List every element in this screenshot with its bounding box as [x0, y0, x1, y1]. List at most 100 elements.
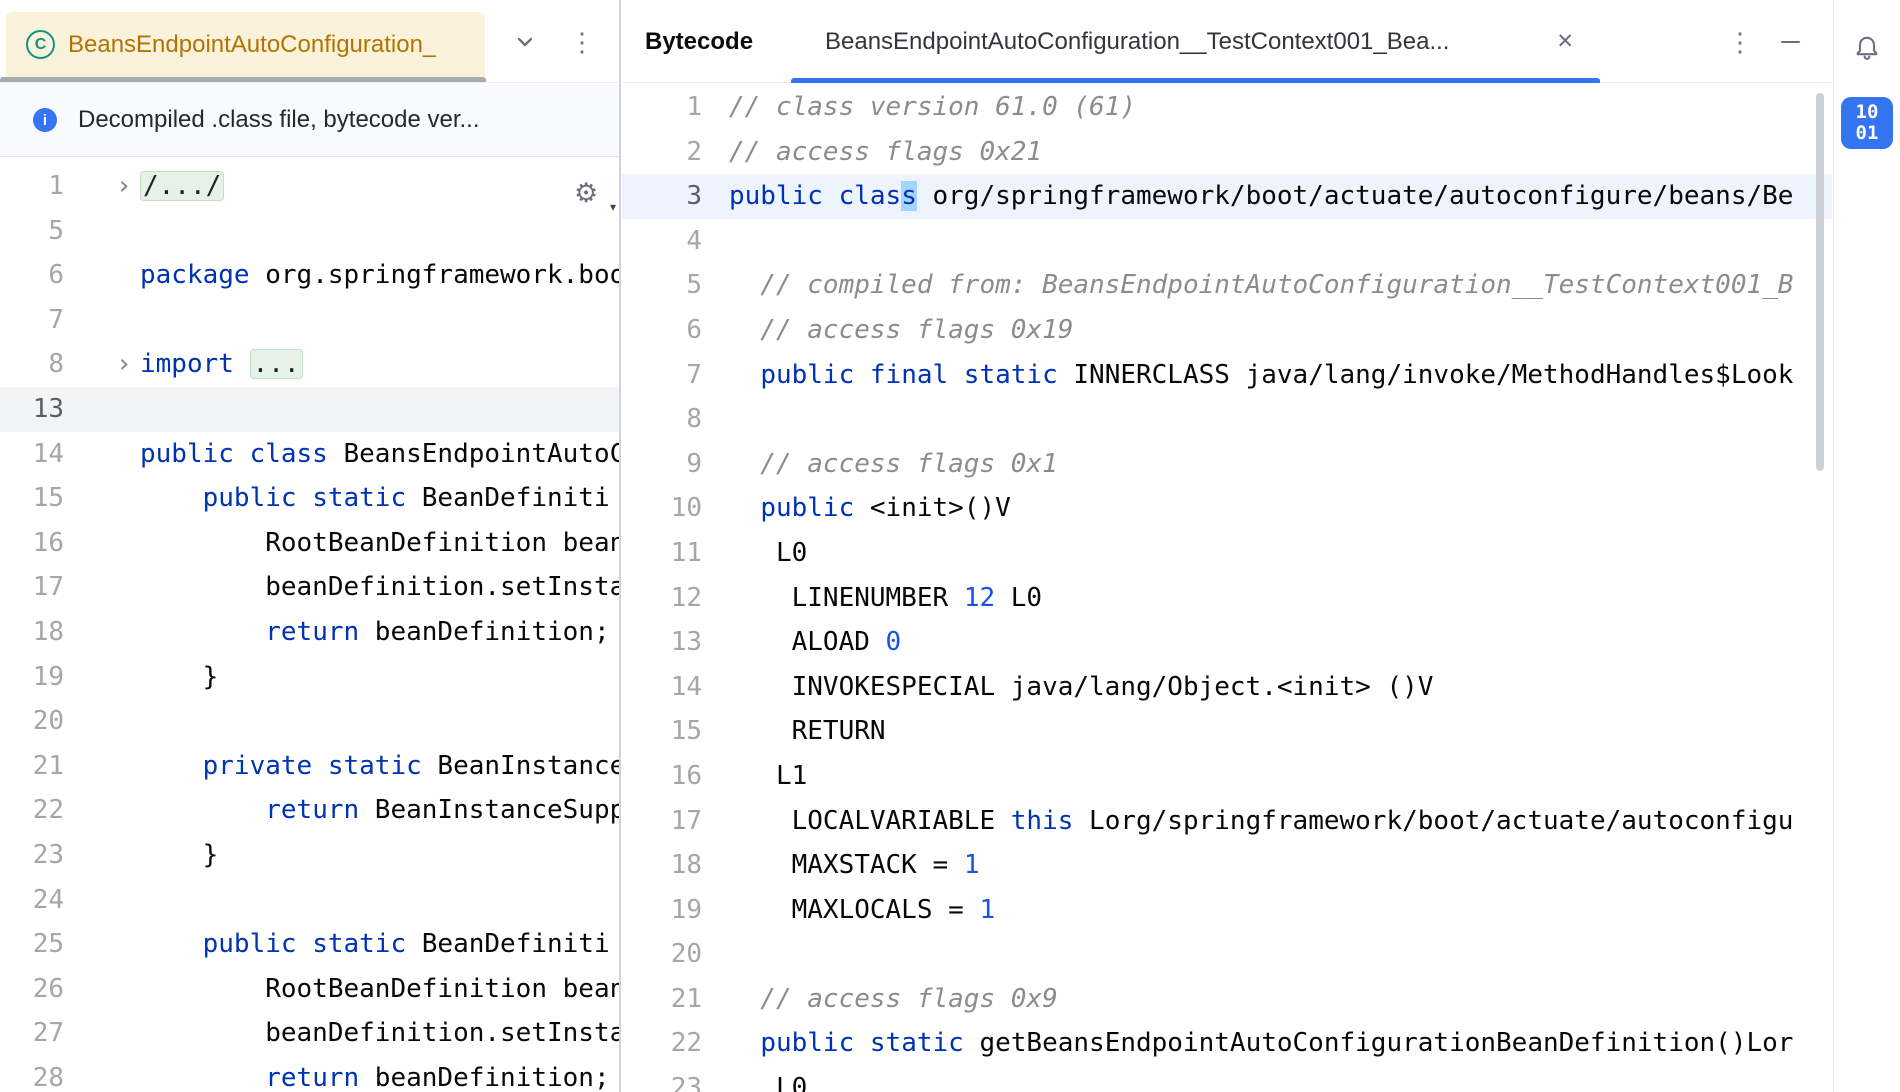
code-line[interactable]: 4	[622, 219, 1832, 264]
code-token	[140, 1063, 265, 1092]
editor-settings-button[interactable]: ⚙ ▾	[574, 178, 616, 212]
code-text: return BeanInstanceSupp	[140, 788, 619, 833]
code-line[interactable]: 24	[0, 878, 619, 923]
code-line[interactable]: 12 LINENUMBER 12 L0	[622, 576, 1832, 621]
line-number: 15	[0, 476, 64, 521]
code-line[interactable]: 14 INVOKESPECIAL java/lang/Object.<init>…	[622, 665, 1832, 710]
tab-more-options-button[interactable]: ⋮	[564, 24, 600, 60]
code-text: }	[140, 833, 218, 878]
tab-bytecode-class[interactable]: BeansEndpointAutoConfiguration__TestCont…	[791, 0, 1600, 83]
code-token: MAXSTACK =	[729, 850, 964, 880]
code-line[interactable]: 11 L0	[622, 531, 1832, 576]
fold-column	[64, 521, 140, 566]
code-line[interactable]: 27 beanDefinition.setInsta	[0, 1011, 619, 1056]
code-line[interactable]: 20	[622, 932, 1832, 977]
code-token: getBeansEndpointAutoConfigurationBeanDef…	[964, 1028, 1794, 1058]
fold-chevron-icon[interactable]: ›	[64, 164, 140, 209]
tab-title: BeansEndpointAutoConfiguration__TestCont…	[825, 28, 1542, 56]
code-line[interactable]: 18 return beanDefinition;	[0, 610, 619, 655]
line-number: 21	[0, 744, 64, 789]
code-token: }	[140, 840, 218, 870]
code-line[interactable]: 14public class BeansEndpointAutoC	[0, 432, 619, 477]
code-token: public final static	[760, 360, 1057, 390]
code-line[interactable]: 13	[0, 387, 619, 432]
code-line[interactable]: 8	[622, 397, 1832, 442]
fold-chevron-icon[interactable]: ›	[64, 342, 140, 387]
code-line[interactable]: 6package org.springframework.boo	[0, 253, 619, 298]
code-line[interactable]: 15 RETURN	[622, 709, 1832, 754]
code-line[interactable]: 19 MAXLOCALS = 1	[622, 888, 1832, 933]
code-line[interactable]: 17 LOCALVARIABLE this Lorg/springframewo…	[622, 799, 1832, 844]
code-token: INNERCLASS java/lang/invoke/MethodHandle…	[1058, 360, 1794, 390]
code-token: public static	[203, 929, 407, 959]
code-token: BeansEndpointAutoC	[328, 439, 619, 469]
code-line[interactable]: 23 }	[0, 833, 619, 878]
code-token: public static	[760, 1028, 964, 1058]
code-line[interactable]: 2// access flags 0x21	[622, 130, 1832, 175]
code-text: public class org/springframework/boot/ac…	[702, 174, 1793, 219]
tab-beans-endpoint-auto-configuration[interactable]: C BeansEndpointAutoConfiguration_	[6, 12, 485, 77]
code-line[interactable]: 10 public <init>()V	[622, 486, 1832, 531]
code-text: private static BeanInstance	[140, 744, 619, 789]
code-line[interactable]: 15 public static BeanDefiniti	[0, 476, 619, 521]
code-line[interactable]: 23 L0	[622, 1066, 1832, 1092]
code-line[interactable]: 6 // access flags 0x19	[622, 308, 1832, 353]
code-text: L0	[702, 1066, 807, 1092]
code-line[interactable]: 21 private static BeanInstance	[0, 744, 619, 789]
hide-panel-button[interactable]	[1772, 24, 1808, 60]
code-text: public static BeanDefiniti	[140, 476, 610, 521]
code-token: }	[140, 662, 218, 692]
badge-line-2: 01	[1856, 123, 1879, 144]
more-options-button[interactable]: ⋮	[1722, 24, 1758, 60]
code-line[interactable]: 22 public static getBeansEndpointAutoCon…	[622, 1021, 1832, 1066]
code-line[interactable]: 26 RootBeanDefinition bean	[0, 967, 619, 1012]
code-line[interactable]: 5	[0, 209, 619, 254]
code-line[interactable]: 1›/.../	[0, 164, 619, 209]
close-icon[interactable]: ✕	[1556, 29, 1574, 54]
bytecode-tool-window-button[interactable]: 10 01	[1841, 97, 1893, 149]
code-line[interactable]: 3public class org/springframework/boot/a…	[622, 174, 1832, 219]
code-text: public static getBeansEndpointAutoConfig…	[702, 1021, 1793, 1066]
code-token: LINENUMBER	[729, 583, 964, 613]
code-text: return beanDefinition;	[140, 610, 610, 655]
code-token: import	[140, 349, 234, 379]
code-line[interactable]: 18 MAXSTACK = 1	[622, 843, 1832, 888]
code-line[interactable]: 8›import ...	[0, 342, 619, 387]
code-text	[702, 932, 729, 977]
line-number: 19	[0, 655, 64, 700]
notifications-button[interactable]	[1847, 28, 1887, 64]
code-line[interactable]: 21 // access flags 0x9	[622, 977, 1832, 1022]
code-line[interactable]: 17 beanDefinition.setInsta	[0, 565, 619, 610]
code-line[interactable]: 20	[0, 699, 619, 744]
code-line[interactable]: 16 L1	[622, 754, 1832, 799]
fold-column	[64, 967, 140, 1012]
code-line[interactable]: 7 public final static INNERCLASS java/la…	[622, 353, 1832, 398]
code-token: LOCALVARIABLE	[729, 806, 1011, 836]
line-number: 28	[0, 1056, 64, 1092]
code-line[interactable]: 9 // access flags 0x1	[622, 442, 1832, 487]
vertical-scrollbar-thumb[interactable]	[1816, 93, 1824, 471]
code-line[interactable]: 1 // class version 61.0 (61)	[622, 85, 1832, 130]
line-number: 18	[0, 610, 64, 655]
tab-title: BeansEndpointAutoConfiguration_	[68, 31, 436, 59]
code-line[interactable]: 5 // compiled from: BeansEndpointAutoCon…	[622, 263, 1832, 308]
gear-dropdown-caret: ▾	[610, 202, 616, 212]
code-line[interactable]: 22 return BeanInstanceSupp	[0, 788, 619, 833]
code-token: // class version 61.0 (61)	[729, 92, 1136, 122]
code-line[interactable]: 28 return beanDefinition;	[0, 1056, 619, 1092]
code-text: MAXSTACK = 1	[702, 843, 979, 888]
code-text: L0	[702, 531, 807, 576]
code-line[interactable]: 7	[0, 298, 619, 343]
tab-list-chevron-button[interactable]	[507, 24, 543, 60]
code-line[interactable]: 19 }	[0, 655, 619, 700]
class-icon: C	[26, 30, 55, 59]
line-number: 1	[622, 85, 702, 130]
code-text: ALOAD 0	[702, 620, 901, 665]
code-token: org/springframework/boot/actuate/autocon…	[917, 181, 1794, 211]
code-text: public class BeansEndpointAutoC	[140, 432, 619, 477]
code-line[interactable]: 16 RootBeanDefinition bean	[0, 521, 619, 566]
line-number: 8	[622, 397, 702, 442]
code-line[interactable]: 25 public static BeanDefiniti	[0, 922, 619, 967]
line-number: 22	[622, 1021, 702, 1066]
code-line[interactable]: 13 ALOAD 0	[622, 620, 1832, 665]
